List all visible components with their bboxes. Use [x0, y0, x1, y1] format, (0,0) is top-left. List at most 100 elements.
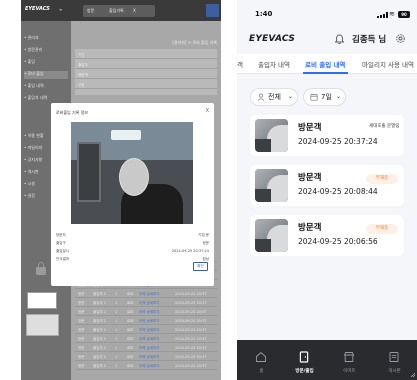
- field-key: 인식결과: [56, 257, 69, 261]
- visit-record-result: 세대호출 문열림: [369, 124, 400, 129]
- field-key: 방문자: [56, 233, 66, 237]
- visit-record-card[interactable]: 방문객 2024-09-25 20:37:24 세대호출 문열림: [250, 115, 404, 156]
- table-cell: 출입자 2: [93, 346, 106, 350]
- table-cell: 출입자 2: [93, 355, 106, 359]
- period-filter-dropdown[interactable]: 7일 ⌄: [303, 88, 346, 106]
- filter-row[interactable]: 구분: [75, 81, 217, 89]
- table-row[interactable]: 방문 출입자 2 1 로비 이력 상세보기 2024-09-25 20:37: [75, 343, 217, 352]
- topbar-action-button[interactable]: [206, 4, 219, 17]
- table-cell: 출입자 2: [93, 328, 106, 332]
- visit-record-card[interactable]: 방문객 2024-09-25 20:08:44 부재중: [250, 165, 404, 206]
- detail-link[interactable]: 이력 상세보기: [139, 319, 159, 324]
- table-row[interactable]: 방문 출입자 2 1 로비 이력 상세보기 2024-09-25 20:37: [75, 361, 217, 370]
- sidebar-item[interactable]: • 출입 내역: [24, 83, 68, 91]
- table-cell: 2024-09-25 20:37: [175, 337, 207, 341]
- modal-field: 출입일시 2024-09-25 20:37:24: [56, 249, 209, 257]
- filter-label: 방문객: [78, 73, 88, 77]
- table-row[interactable]: 방문 출입자 2 1 로비 이력 상세보기 2024-09-25 20:37: [75, 307, 217, 316]
- table-cell: 2024-09-25 20:37: [175, 310, 207, 314]
- table-cell: 2024-09-25 20:37: [175, 364, 207, 368]
- table-cell: 1: [115, 319, 118, 323]
- app-logo: EYEVACS: [249, 34, 296, 44]
- table-cell: 방문: [78, 364, 85, 368]
- sidebar-item[interactable]: • 출입: [24, 59, 68, 67]
- nav-emart[interactable]: 이마트: [327, 340, 372, 380]
- table-row[interactable]: 방문 출입자 2 1 로비 이력 상세보기 2024-09-25 20:37: [75, 298, 217, 307]
- filter-row[interactable]: 출입자: [75, 61, 217, 69]
- filter-row[interactable]: 방문객: [75, 71, 217, 79]
- table-cell: 로비: [127, 364, 134, 368]
- table-cell: 로비: [127, 292, 134, 296]
- status-time: 1:40: [255, 10, 273, 18]
- detail-link[interactable]: 이력 상세보기: [139, 355, 159, 360]
- filter-row[interactable]: 기간: [75, 51, 217, 59]
- missed-status-badge: 부재중: [366, 174, 398, 184]
- topbar-tab-close[interactable]: X: [133, 8, 136, 13]
- calendar-icon: [310, 94, 318, 101]
- scope-filter-label: 전체: [268, 93, 281, 101]
- table-cell: 로비: [127, 319, 134, 323]
- table-cell: 방문: [78, 355, 85, 359]
- sidebar-item[interactable]: • 출입자 내역: [24, 95, 68, 103]
- tab-bar: 객 출입자 내역 로비 출입 내역 마일리지 사용 내역: [237, 54, 417, 74]
- table-cell: 출입자 2: [93, 310, 106, 314]
- tab-mileage-history[interactable]: 마일리지 사용 내역: [362, 59, 414, 69]
- visit-record-card[interactable]: 방문객 2024-09-25 20:06:56 부재중: [250, 215, 404, 256]
- table-cell: 방문: [78, 292, 85, 296]
- table-cell: 로비: [127, 328, 134, 332]
- sidebar-item[interactable]: • 관리자: [24, 35, 68, 43]
- tab-lobby-entry-history[interactable]: 로비 출입 내역: [305, 59, 345, 69]
- table-cell: 방문: [78, 301, 85, 305]
- detail-link[interactable]: 이력 상세보기: [139, 328, 159, 333]
- nav-visit-entry[interactable]: 방문/출입: [282, 340, 327, 380]
- modal-close-icon[interactable]: X: [206, 108, 209, 114]
- detail-link[interactable]: 이력 상세보기: [139, 337, 159, 342]
- table-row[interactable]: 방문 출입자 2 1 로비 이력 상세보기 2024-09-25 20:37: [75, 352, 217, 361]
- visitor-photo-thumbnail: [255, 219, 288, 252]
- bell-icon[interactable]: [334, 34, 345, 45]
- field-key: 출입구: [56, 241, 66, 245]
- sidebar-item[interactable]: • 방문관리: [24, 47, 68, 55]
- detail-link[interactable]: 이력 상세보기: [139, 292, 159, 297]
- store-icon: [343, 352, 355, 362]
- tab-entrant-history[interactable]: 출입자 내역: [258, 59, 290, 69]
- user-name[interactable]: 김종득 님: [352, 33, 386, 45]
- table-cell: 1: [115, 337, 118, 341]
- visit-record-title: 방문객: [298, 173, 322, 183]
- table-row[interactable]: 방문 출입자 2 1 로비 이력 상세보기 2024-09-25 20:37: [75, 316, 217, 325]
- table-row[interactable]: 방문 출입자 2 1 로비 이력 상세보기 2024-09-25 20:37: [75, 289, 217, 298]
- nav-home[interactable]: 홈: [239, 340, 284, 380]
- table-cell: 출입자 2: [93, 337, 106, 341]
- visit-record-time: 2024-09-25 20:37:24: [298, 137, 378, 146]
- detail-link[interactable]: 이력 상세보기: [139, 310, 159, 315]
- detail-link[interactable]: 이력 상세보기: [139, 364, 159, 369]
- table-cell: 출입자 2: [93, 319, 106, 323]
- field-key: 출입일시: [56, 249, 69, 253]
- visit-record-time: 2024-09-25 20:08:44: [298, 187, 378, 196]
- table-cell: 방문: [78, 328, 85, 332]
- detail-link[interactable]: 이력 상세보기: [139, 301, 159, 306]
- table-cell: 출입자 2: [93, 364, 106, 368]
- topbar-tab-chip[interactable]: 방문 출입기록 X: [83, 5, 155, 17]
- table-cell: 로비: [127, 310, 134, 314]
- tab-previous[interactable]: 객: [237, 59, 243, 69]
- battery-icon: 90: [398, 11, 410, 18]
- desktop-logo: EYEVACS: [25, 6, 50, 12]
- topbar-menu-icon[interactable]: ≡: [59, 7, 62, 12]
- modal-confirm-button[interactable]: 확인: [193, 262, 208, 271]
- period-filter-label: 7일: [321, 93, 332, 101]
- sidebar-item-active[interactable]: • 로비 출입: [24, 71, 68, 79]
- modal-field: 출입구 정문: [56, 241, 209, 249]
- scope-filter-dropdown[interactable]: 전체 ⌄: [250, 88, 298, 106]
- detail-link[interactable]: 이력 상세보기: [139, 346, 159, 351]
- sidebar-thumbnail[interactable]: [26, 314, 59, 336]
- table-cell: 1: [115, 346, 118, 350]
- table-row[interactable]: 방문 출입자 2 1 로비 이력 상세보기 2024-09-25 20:37: [75, 325, 217, 334]
- visit-record-title: 방문객: [298, 223, 322, 233]
- table-cell: 2024-09-25 20:37: [175, 328, 207, 332]
- modal-field: 인식결과 정상: [56, 257, 209, 265]
- table-cell: 로비: [127, 346, 134, 350]
- bottom-navigation: 홈 방문/출입 이마트 게시판: [237, 340, 417, 380]
- table-row[interactable]: 방문 출입자 2 1 로비 이력 상세보기 2024-09-25 20:37: [75, 334, 217, 343]
- gear-icon[interactable]: [395, 33, 406, 44]
